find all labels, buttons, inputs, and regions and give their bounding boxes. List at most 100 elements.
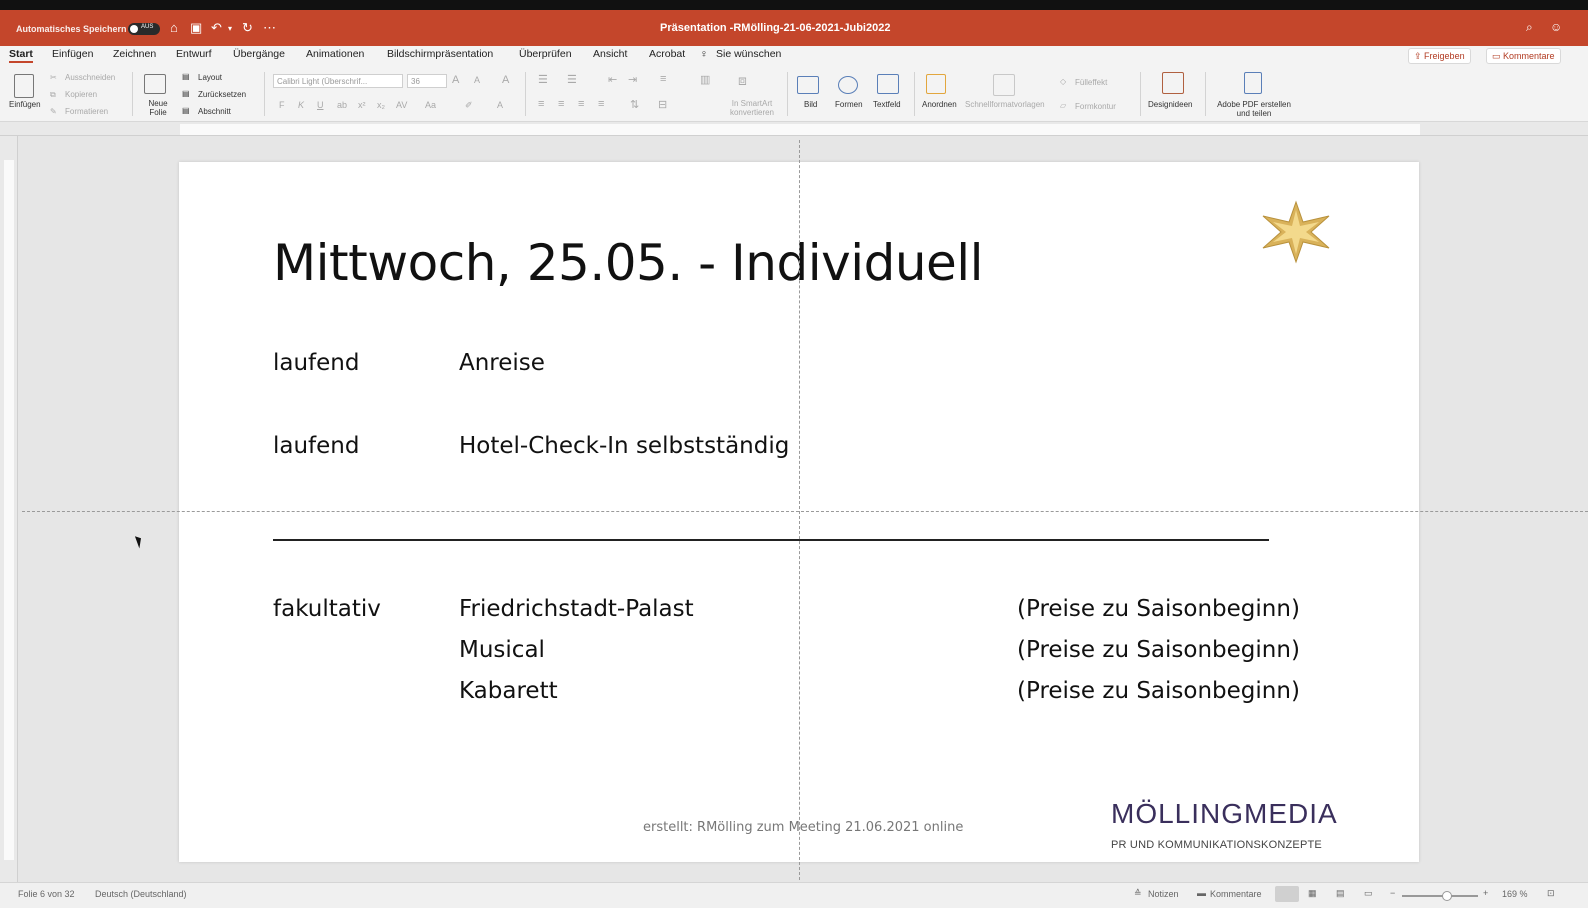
more-icon[interactable]: ⋯ — [263, 20, 276, 36]
notes-icon[interactable]: ≙ — [1134, 888, 1142, 899]
search-icon[interactable]: ⌕ — [1526, 20, 1533, 35]
textbox-icon[interactable] — [877, 74, 899, 94]
quick-styles-icon[interactable] — [993, 74, 1015, 96]
format-painter-icon[interactable]: ✎ — [50, 107, 57, 116]
new-slide-button[interactable]: Neue Folie — [144, 99, 172, 117]
fill-effect-button[interactable]: Fülleffekt — [1075, 78, 1107, 87]
pdf-icon[interactable] — [1244, 72, 1262, 94]
textbox-button[interactable]: Textfeld — [873, 100, 901, 109]
clipboard-icon[interactable] — [14, 74, 34, 98]
tab-design[interactable]: Entwurf — [176, 48, 212, 60]
zoom-slider-thumb[interactable] — [1442, 891, 1452, 901]
new-slide-icon[interactable] — [144, 74, 166, 94]
numbering-icon[interactable]: ☰ — [567, 73, 577, 86]
reset-button[interactable]: Zurücksetzen — [198, 90, 246, 99]
copy-icon[interactable]: ⧉ — [50, 90, 56, 100]
underline-icon[interactable]: U — [317, 100, 324, 110]
line-spacing-icon[interactable]: ≡ — [660, 73, 666, 85]
layout-button[interactable]: Layout — [198, 73, 222, 82]
save-icon[interactable]: ▣ — [190, 20, 202, 36]
smartart-button[interactable]: In SmartArt konvertieren — [726, 99, 778, 117]
picture-button[interactable]: Bild — [804, 100, 817, 109]
font-name-select[interactable]: Calibri Light (Überschrif... — [273, 74, 403, 88]
strikethrough-icon[interactable]: ab — [337, 100, 347, 110]
change-case-icon[interactable]: Aa — [425, 100, 436, 110]
tab-review[interactable]: Überprüfen — [519, 48, 572, 60]
tell-me-input[interactable]: Sie wünschen — [716, 48, 781, 60]
decrease-indent-icon[interactable]: ⇤ — [608, 73, 617, 86]
notes-button[interactable]: Notizen — [1148, 889, 1179, 899]
format-painter-button[interactable]: Formatieren — [65, 107, 108, 116]
increase-indent-icon[interactable]: ⇥ — [628, 73, 637, 86]
zoom-in-icon[interactable]: + — [1483, 888, 1488, 898]
char-spacing-icon[interactable]: AV — [396, 100, 407, 110]
shapes-button[interactable]: Formen — [835, 100, 863, 109]
autosave-toggle[interactable]: AUS — [128, 23, 160, 35]
fill-icon[interactable]: ◇ — [1060, 77, 1066, 86]
section-button[interactable]: Abschnitt — [198, 107, 231, 116]
fit-slide-icon[interactable]: ⊡ — [1547, 888, 1555, 899]
vertical-guide[interactable] — [799, 140, 800, 880]
status-comments-button[interactable]: Kommentare — [1210, 889, 1262, 899]
tab-transitions[interactable]: Übergänge — [233, 48, 285, 60]
adobe-pdf-button[interactable]: Adobe PDF erstellen und teilen — [1215, 100, 1293, 118]
align-text-icon[interactable]: ⊟ — [658, 98, 667, 111]
cut-button[interactable]: Ausschneiden — [65, 73, 115, 82]
account-icon[interactable]: ☺ — [1550, 20, 1562, 34]
reading-view-icon[interactable]: ▤ — [1336, 888, 1345, 899]
zoom-out-icon[interactable]: − — [1390, 888, 1395, 898]
shapes-icon[interactable] — [838, 76, 858, 94]
align-left-icon[interactable]: ≡ — [538, 98, 544, 110]
horizontal-guide[interactable] — [22, 511, 1588, 512]
tab-insert[interactable]: Einfügen — [52, 48, 93, 60]
align-center-icon[interactable]: ≡ — [558, 98, 564, 110]
star-icon[interactable] — [1259, 200, 1333, 264]
copy-button[interactable]: Kopieren — [65, 90, 97, 99]
comments-icon[interactable]: ▬ — [1197, 888, 1206, 898]
align-right-icon[interactable]: ≡ — [578, 98, 584, 110]
share-button[interactable]: ⇪ Freigeben — [1408, 48, 1471, 64]
zoom-slider[interactable] — [1402, 895, 1478, 897]
tab-slideshow[interactable]: Bildschirmpräsentation — [387, 48, 493, 60]
columns-icon[interactable]: ▥ — [700, 73, 710, 86]
subscript-icon[interactable]: x₂ — [377, 100, 385, 110]
font-size-select[interactable]: 36 — [407, 74, 447, 88]
arrange-button[interactable]: Anordnen — [922, 100, 957, 109]
outline-icon[interactable]: ▱ — [1060, 101, 1066, 110]
tab-acrobat[interactable]: Acrobat — [649, 48, 685, 60]
sorter-view-icon[interactable]: ▦ — [1308, 888, 1317, 899]
tab-animations[interactable]: Animationen — [306, 48, 364, 60]
bullets-icon[interactable]: ☰ — [538, 73, 548, 86]
designer-icon[interactable] — [1162, 72, 1184, 94]
outline-button[interactable]: Formkontur — [1075, 102, 1116, 111]
picture-icon[interactable] — [797, 76, 819, 94]
redo-icon[interactable]: ↻ — [242, 20, 253, 36]
font-color-icon[interactable]: A — [497, 100, 503, 110]
quick-styles-button[interactable]: Schnellformatvorlagen — [965, 100, 1045, 109]
tab-start[interactable]: Start — [9, 48, 33, 63]
italic-icon[interactable]: K — [298, 100, 304, 110]
slideshow-view-icon[interactable]: ▭ — [1364, 888, 1373, 899]
tab-view[interactable]: Ansicht — [593, 48, 627, 60]
tab-draw[interactable]: Zeichnen — [113, 48, 156, 60]
smartart-icon[interactable]: ⧈ — [738, 72, 747, 89]
comments-button[interactable]: ▭ Kommentare — [1486, 48, 1561, 64]
text-direction-icon[interactable]: ⇅ — [630, 98, 639, 111]
slide-title[interactable]: Mittwoch, 25.05. - Individuell — [273, 234, 984, 292]
grow-font-icon[interactable]: A — [452, 74, 459, 86]
language-indicator[interactable]: Deutsch (Deutschland) — [95, 889, 187, 899]
undo-icon[interactable]: ↶ — [211, 20, 222, 36]
home-icon[interactable]: ⌂ — [170, 20, 178, 35]
undo-dropdown-icon[interactable]: ▾ — [228, 24, 232, 33]
scissors-icon[interactable]: ✂ — [50, 73, 57, 82]
shrink-font-icon[interactable]: A — [474, 75, 480, 85]
zoom-level[interactable]: 169 % — [1502, 889, 1528, 899]
paste-button[interactable]: Einfügen — [9, 100, 41, 109]
normal-view-button[interactable] — [1275, 886, 1299, 902]
justify-icon[interactable]: ≡ — [598, 98, 604, 110]
clear-format-icon[interactable]: A — [502, 74, 509, 86]
designer-button[interactable]: Designideen — [1148, 100, 1192, 109]
arrange-icon[interactable] — [926, 74, 946, 94]
bold-icon[interactable]: F — [279, 100, 285, 110]
highlight-icon[interactable]: ✐ — [465, 100, 473, 111]
